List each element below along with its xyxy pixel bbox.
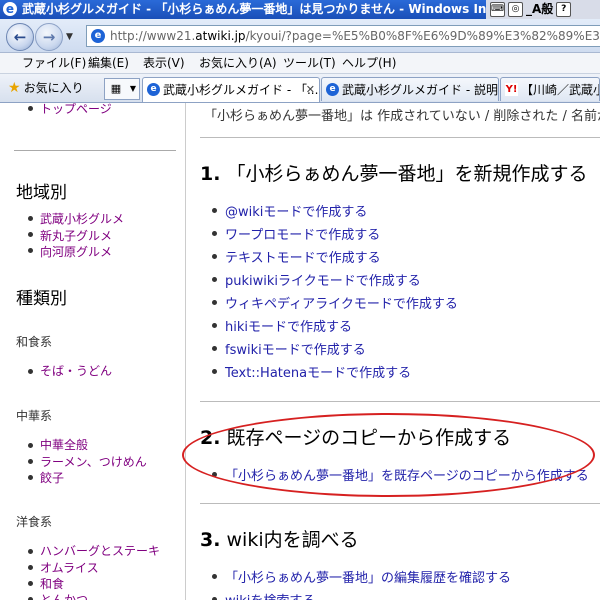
ime-icon[interactable]: ◎ xyxy=(508,2,523,17)
list-bullet xyxy=(212,277,217,282)
category-japanese: 和食系 xyxy=(16,335,53,349)
sidebar-item-ramen[interactable]: ラーメン、つけめん xyxy=(40,453,147,470)
not-found-message: 「小杉らぁめん夢一番地」は 作成されていない / 削除された / 名前が xyxy=(204,109,600,124)
sidebar-item-washoku[interactable]: 和食 xyxy=(40,575,64,592)
sidebar-item-musashikosugi[interactable]: 武蔵小杉グルメ xyxy=(40,210,124,227)
back-arrow-icon[interactable]: ← xyxy=(6,23,34,51)
category-western: 洋食系 xyxy=(16,515,53,529)
list-bullet xyxy=(212,369,217,374)
category-chinese: 中華系 xyxy=(16,409,53,423)
address-input[interactable]: e http://www21.atwiki.jp/kyoui/?page=%E5%… xyxy=(86,25,600,47)
page-ie-icon: e xyxy=(91,29,105,43)
star-icon: ★ xyxy=(8,80,21,96)
sidebar: トップページ 地域別 武蔵小杉グルメ 新丸子グルメ 向河原グルメ 種類別 和食系… xyxy=(0,103,186,600)
sidebar-divider xyxy=(14,150,176,151)
section-title-search: 3. wiki内を調べる xyxy=(200,529,359,551)
page-content: トップページ 地域別 武蔵小杉グルメ 新丸子グルメ 向河原グルメ 種類別 和食系… xyxy=(0,103,600,600)
keyboard-icon[interactable]: ⌨ xyxy=(490,2,505,17)
close-tab-icon[interactable]: ✕ xyxy=(306,78,315,102)
window-title-bar: e 武蔵小杉グルメガイド - 「小杉らぁめん夢一番地」は見つかりません - Wi… xyxy=(0,0,600,19)
sidebar-item-mukaigawara[interactable]: 向河原グルメ xyxy=(40,243,112,260)
menu-edit[interactable]: 編集(E) xyxy=(88,53,129,73)
create-atwiki-link[interactable]: @wikiモードで作成する xyxy=(225,201,367,220)
tab-ie-icon: e xyxy=(326,83,339,96)
tab-ie-icon: e xyxy=(147,83,160,96)
list-bullet xyxy=(28,581,33,586)
sidebar-item-chinese-general[interactable]: 中華全般 xyxy=(40,436,88,453)
help-icon[interactable]: ? xyxy=(556,2,572,17)
list-bullet xyxy=(212,300,217,305)
yahoo-icon: Y! xyxy=(505,83,518,96)
ime-mode-label[interactable]: _A般 xyxy=(526,0,553,19)
sidebar-item-omurice[interactable]: オムライス xyxy=(40,559,99,576)
list-bullet xyxy=(28,232,33,237)
create-hiki-link[interactable]: hikiモードで作成する xyxy=(225,316,352,335)
list-bullet xyxy=(212,323,217,328)
ie-logo-icon: e xyxy=(3,2,17,16)
create-wikipedia-link[interactable]: ウィキペディアライクモードで作成する xyxy=(225,293,458,312)
ime-tray: ⌨ ◎ _A般 ? xyxy=(486,0,600,19)
tab-bar: ★ お気に入り ▦ ▼ e 武蔵小杉グルメガイド - 「... ✕ e 武蔵小杉グ… xyxy=(0,74,600,103)
list-bullet xyxy=(28,475,33,480)
sidebar-item-hamburg[interactable]: ハンバーグとステーキ xyxy=(40,542,160,559)
create-fswiki-link[interactable]: fswikiモードで作成する xyxy=(225,339,366,358)
menu-favorites[interactable]: お気に入り(A) xyxy=(199,53,277,73)
forward-arrow-icon[interactable]: → xyxy=(35,23,63,51)
sidebar-heading-type: 種類別 xyxy=(16,289,67,309)
tab-list-dropdown-icon[interactable]: ▼ xyxy=(127,78,140,100)
sidebar-heading-area: 地域別 xyxy=(16,183,67,203)
sidebar-item-tonkatsu[interactable]: とんかつ xyxy=(40,591,88,600)
sidebar-link-top[interactable]: トップページ xyxy=(40,103,112,117)
favorites-button[interactable]: ★ お気に入り xyxy=(8,80,84,96)
list-bullet xyxy=(212,254,217,259)
list-bullet xyxy=(212,346,217,351)
list-bullet xyxy=(212,231,217,236)
section-divider xyxy=(200,503,600,504)
section-title-create: 1. 「小杉らぁめん夢一番地」を新規作成する xyxy=(200,163,588,185)
create-pukiwiki-link[interactable]: pukiwikiライクモードで作成する xyxy=(225,270,421,289)
history-dropdown-icon[interactable]: ▼ xyxy=(66,32,73,42)
menu-view[interactable]: 表示(V) xyxy=(143,53,185,73)
list-bullet xyxy=(28,369,33,374)
create-hatena-link[interactable]: Text::Hatenaモードで作成する xyxy=(225,362,411,381)
main-content: 「小杉らぁめん夢一番地」は 作成されていない / 削除された / 名前が 1. … xyxy=(186,103,600,600)
list-bullet xyxy=(28,459,33,464)
create-wordpro-link[interactable]: ワープロモードで作成する xyxy=(225,224,380,243)
annotation-ellipse xyxy=(182,413,595,497)
tab-description[interactable]: e 武蔵小杉グルメガイド - 説明... xyxy=(321,77,499,101)
list-bullet xyxy=(28,216,33,221)
edit-history-link[interactable]: 「小杉らぁめん夢一番地」の編集履歴を確認する xyxy=(225,567,511,586)
list-bullet xyxy=(28,565,33,570)
sidebar-item-gyoza[interactable]: 餃子 xyxy=(40,469,64,486)
address-toolbar: ← → ▼ e http://www21.atwiki.jp/kyoui/?pag… xyxy=(0,19,600,53)
menu-help[interactable]: ヘルプ(H) xyxy=(342,53,396,73)
list-bullet xyxy=(28,248,33,253)
section-divider xyxy=(200,137,600,138)
sidebar-item-shinmaruko[interactable]: 新丸子グルメ xyxy=(40,227,112,244)
menu-tools[interactable]: ツール(T) xyxy=(283,53,336,73)
menu-file[interactable]: ファイル(F) xyxy=(22,53,86,73)
tab-yahoo[interactable]: Y! 【川崎／武蔵小 xyxy=(500,77,600,101)
list-bullet xyxy=(28,443,33,448)
sidebar-item-soba[interactable]: そば・うどん xyxy=(40,362,112,379)
list-bullet xyxy=(212,574,217,579)
list-bullet xyxy=(28,549,33,554)
quick-tabs-icon[interactable]: ▦ xyxy=(104,78,128,100)
wiki-search-link[interactable]: wikiを検索する xyxy=(225,590,315,600)
list-bullet xyxy=(212,208,217,213)
section-divider xyxy=(200,401,600,402)
list-bullet xyxy=(28,106,33,111)
tab-active[interactable]: e 武蔵小杉グルメガイド - 「... ✕ xyxy=(142,77,320,102)
menu-bar: ファイル(F) 編集(E) 表示(V) お気に入り(A) ツール(T) ヘルプ(… xyxy=(0,53,600,74)
create-text-link[interactable]: テキストモードで作成する xyxy=(225,247,381,266)
